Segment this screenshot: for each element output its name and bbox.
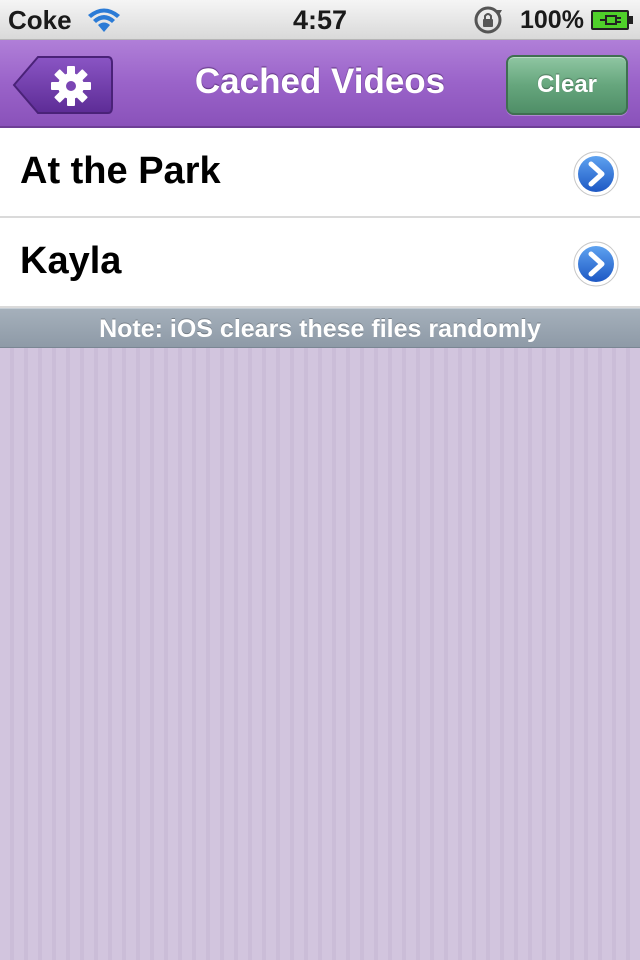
page-title: Cached Videos: [194, 62, 446, 101]
navigation-bar: Cached Videos Clear: [0, 40, 640, 128]
video-title: At the Park: [20, 150, 221, 192]
gear-icon: [51, 66, 91, 106]
status-bar: Coke 4:57 100%: [0, 0, 640, 40]
cache-note: Note: iOS clears these files randomly: [0, 308, 640, 348]
video-title: Kayla: [20, 240, 122, 282]
cached-videos-list: At the Park Kayla: [0, 128, 640, 308]
list-item[interactable]: At the Park: [0, 128, 640, 218]
chevron-right-icon[interactable]: [572, 150, 620, 198]
battery-charging-icon: [591, 10, 633, 30]
clear-button[interactable]: Clear: [506, 55, 628, 115]
battery-percentage: 100%: [520, 6, 584, 34]
settings-back-button[interactable]: [12, 55, 114, 115]
chevron-right-icon[interactable]: [572, 240, 620, 288]
rotation-lock-icon: [474, 6, 502, 34]
list-item[interactable]: Kayla: [0, 218, 640, 308]
